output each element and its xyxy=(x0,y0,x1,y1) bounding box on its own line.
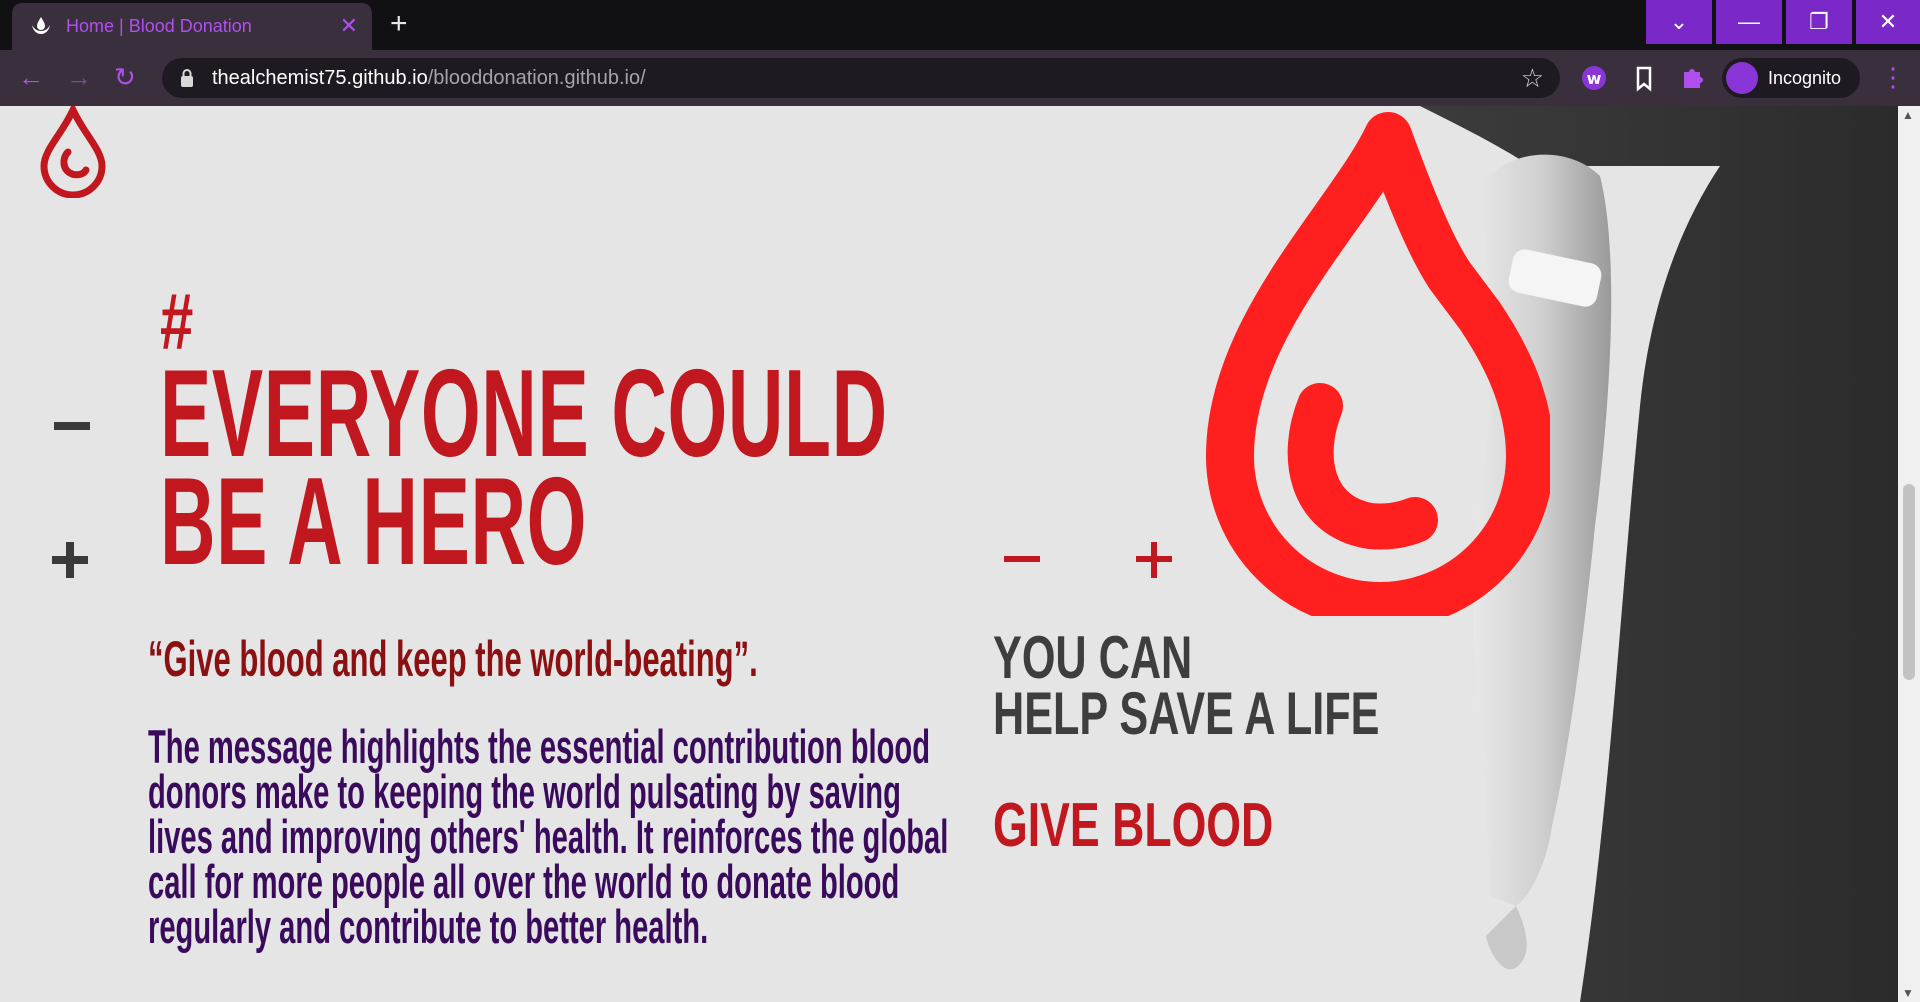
star-icon[interactable]: ☆ xyxy=(1521,64,1544,92)
tab-title: Home | Blood Donation xyxy=(66,16,252,36)
slogan-quote: “Give blood and keep the world-beating”. xyxy=(148,631,758,687)
blood-hands-favicon-icon xyxy=(32,17,50,34)
restore-button[interactable]: ❐ xyxy=(1786,0,1852,44)
tab-close-button[interactable]: ✕ xyxy=(340,12,358,40)
url-text[interactable]: thealchemist75.github.io/blooddonation.g… xyxy=(212,67,646,90)
hero-headline: EVERYONE COULD BE A HERO xyxy=(160,345,888,591)
back-button[interactable]: ← xyxy=(18,62,44,92)
left-plus-bar-v xyxy=(66,542,74,578)
scroll-up-arrow-icon[interactable]: ▲ xyxy=(1902,108,1914,122)
message-paragraph: The message highlights the essential con… xyxy=(148,720,949,953)
extension-w-icon[interactable]: w xyxy=(1578,62,1610,94)
you-can-line-1: YOU CAN xyxy=(993,624,1193,691)
incognito-profile-button[interactable]: Incognito xyxy=(1722,58,1860,98)
extensions-puzzle-icon[interactable] xyxy=(1676,62,1708,94)
url-host: thealchemist75.github.io xyxy=(212,67,428,89)
profile-label: Incognito xyxy=(1768,68,1842,88)
incognito-icon xyxy=(1726,62,1758,94)
close-window-button[interactable]: ✕ xyxy=(1856,0,1920,44)
headline-line-2: BE A HERO xyxy=(160,453,588,591)
reload-button[interactable]: ↻ xyxy=(114,62,136,92)
middle-plus-bar-v xyxy=(1151,542,1157,578)
you-can-heading: YOU CAN HELP SAVE A LIFE xyxy=(993,624,1380,747)
page-scrollbar[interactable]: ▲ ▼ xyxy=(1898,106,1920,1002)
large-blood-drop-graphic xyxy=(1206,112,1550,616)
headline-line-1: EVERYONE COULD xyxy=(160,345,888,483)
new-tab-button[interactable]: + xyxy=(390,8,408,40)
tab-search-button[interactable]: ⌄ xyxy=(1646,0,1712,44)
browser-menu-icon[interactable]: ⋮ xyxy=(1880,62,1906,92)
svg-text:w: w xyxy=(1587,69,1602,88)
url-path: /blooddonation.github.io/ xyxy=(427,67,646,89)
give-blood-link[interactable]: GIVE BLOOD xyxy=(993,790,1273,861)
middle-minus-button[interactable] xyxy=(1004,556,1040,562)
page-viewport: # EVERYONE COULD BE A HERO “Give blood a… xyxy=(0,106,1898,1002)
minimize-button[interactable]: — xyxy=(1716,0,1782,44)
blood-drop-logo-icon[interactable] xyxy=(36,106,110,198)
address-bar[interactable]: thealchemist75.github.io/blooddonation.g… xyxy=(162,58,1560,98)
forward-button[interactable]: → xyxy=(66,62,92,92)
bookmark-icon[interactable] xyxy=(1628,62,1660,94)
browser-tab-active[interactable]: Home | Blood Donation ✕ xyxy=(12,3,372,50)
left-minus-button[interactable] xyxy=(54,422,90,430)
browser-toolbar: ← → ↻ thealchemist75.github.io/blooddona… xyxy=(0,50,1920,106)
lock-icon xyxy=(181,69,193,87)
scroll-down-arrow-icon[interactable]: ▼ xyxy=(1902,986,1914,1000)
tab-strip: Home | Blood Donation ✕ + ⌄ — ❐ ✕ xyxy=(0,0,1920,50)
you-can-line-2: HELP SAVE A LIFE xyxy=(993,680,1380,747)
scroll-thumb[interactable] xyxy=(1903,484,1915,680)
